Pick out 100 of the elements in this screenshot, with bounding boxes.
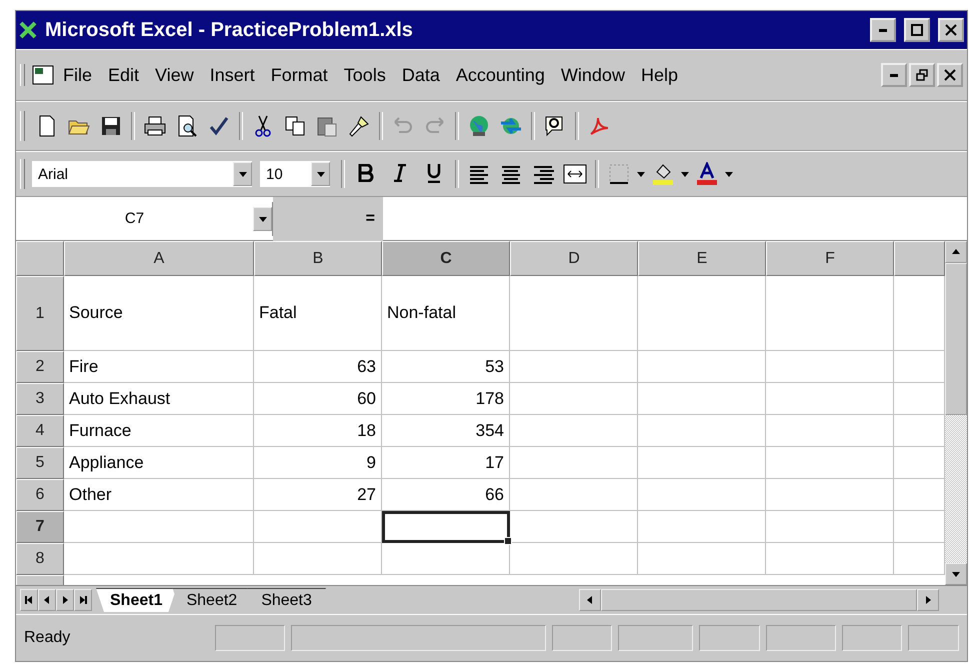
table-cell[interactable]: 60 bbox=[254, 383, 382, 415]
row-header[interactable]: 7 bbox=[16, 511, 64, 543]
table-cell[interactable] bbox=[64, 511, 254, 543]
table-cell[interactable] bbox=[766, 479, 894, 511]
table-cell[interactable] bbox=[254, 511, 382, 543]
table-cell[interactable] bbox=[638, 543, 766, 575]
menu-item[interactable]: Window bbox=[552, 62, 633, 88]
table-cell[interactable] bbox=[638, 479, 766, 511]
table-cell[interactable]: Appliance bbox=[64, 447, 254, 479]
italic-icon bbox=[392, 164, 408, 182]
table-cell[interactable]: 178 bbox=[382, 383, 510, 415]
first-sheet-button[interactable] bbox=[20, 589, 38, 611]
table-cell[interactable] bbox=[766, 447, 894, 479]
table-cell[interactable] bbox=[638, 276, 766, 351]
table-cell[interactable]: 9 bbox=[254, 447, 382, 479]
menu-item[interactable]: Edit bbox=[100, 62, 148, 88]
minimize-button[interactable] bbox=[881, 63, 907, 87]
table-cell[interactable] bbox=[382, 543, 510, 575]
table-cell[interactable]: Fire bbox=[64, 351, 254, 383]
table-cell[interactable] bbox=[638, 383, 766, 415]
first-sheet-icon bbox=[23, 594, 35, 606]
row-header[interactable]: 8 bbox=[16, 543, 64, 575]
table-cell[interactable] bbox=[510, 479, 638, 511]
table-cell[interactable]: Other bbox=[64, 479, 254, 511]
close-button[interactable] bbox=[938, 18, 964, 42]
row-header[interactable]: 1 bbox=[16, 276, 64, 351]
maximize-button[interactable] bbox=[904, 18, 930, 42]
table-cell[interactable] bbox=[638, 447, 766, 479]
status-panel bbox=[214, 625, 286, 651]
menu-item[interactable]: Format bbox=[262, 62, 336, 88]
table-cell[interactable]: 354 bbox=[382, 415, 510, 447]
column-header[interactable] bbox=[894, 241, 945, 276]
table-cell[interactable] bbox=[510, 447, 638, 479]
active-cell[interactable] bbox=[382, 511, 510, 543]
last-sheet-icon bbox=[77, 594, 89, 606]
table-cell[interactable] bbox=[510, 543, 638, 575]
name-box[interactable]: C7 bbox=[16, 202, 273, 236]
table-cell[interactable] bbox=[510, 351, 638, 383]
column-header[interactable]: E bbox=[638, 241, 766, 276]
table-cell[interactable] bbox=[64, 543, 254, 575]
align-icon bbox=[500, 164, 522, 184]
column-header[interactable]: F bbox=[766, 241, 894, 276]
menu-item[interactable]: View bbox=[147, 62, 202, 88]
column-header[interactable]: D bbox=[510, 241, 638, 276]
table-cell[interactable] bbox=[766, 383, 894, 415]
table-cell[interactable]: 63 bbox=[254, 351, 382, 383]
table-cell[interactable]: 66 bbox=[382, 479, 510, 511]
menu-item[interactable]: Data bbox=[394, 62, 448, 88]
menu-item[interactable]: Insert bbox=[202, 62, 263, 88]
table-cell[interactable] bbox=[766, 415, 894, 447]
column-header[interactable]: C bbox=[382, 241, 510, 276]
row-header[interactable]: 5 bbox=[16, 447, 64, 479]
table-cell[interactable]: Furnace bbox=[64, 415, 254, 447]
table-cell[interactable] bbox=[638, 511, 766, 543]
table-cell[interactable]: Auto Exhaust bbox=[64, 383, 254, 415]
menu-item[interactable]: Accounting bbox=[448, 62, 553, 88]
row-header[interactable]: 2 bbox=[16, 351, 64, 383]
sheet-tab[interactable]: Sheet1 bbox=[96, 588, 176, 612]
next-sheet-button[interactable] bbox=[56, 589, 74, 611]
status-text: Ready bbox=[24, 629, 72, 647]
row-header[interactable]: 3 bbox=[16, 383, 64, 415]
menu-item[interactable]: File bbox=[55, 62, 100, 88]
column-header[interactable]: B bbox=[254, 241, 382, 276]
table-cell[interactable]: Fatal bbox=[254, 276, 382, 351]
print-icon bbox=[143, 114, 167, 138]
close-button[interactable] bbox=[937, 63, 963, 87]
table-cell[interactable] bbox=[638, 351, 766, 383]
horizontal-scrollbar[interactable] bbox=[579, 589, 939, 611]
last-sheet-button[interactable] bbox=[74, 589, 92, 611]
row-header[interactable]: 4 bbox=[16, 415, 64, 447]
minimize-button[interactable] bbox=[870, 18, 896, 42]
font-field[interactable]: Arial bbox=[31, 160, 253, 188]
menu-item[interactable]: Help bbox=[632, 62, 686, 88]
font-size-field[interactable]: 10 bbox=[259, 160, 331, 188]
table-cell[interactable] bbox=[510, 383, 638, 415]
table-cell[interactable] bbox=[510, 415, 638, 447]
table-cell[interactable]: 17 bbox=[382, 447, 510, 479]
table-cell[interactable]: 27 bbox=[254, 479, 382, 511]
restore-button[interactable] bbox=[909, 63, 935, 87]
table-cell[interactable] bbox=[766, 543, 894, 575]
table-cell[interactable] bbox=[766, 276, 894, 351]
formula-equals-button[interactable]: = bbox=[273, 196, 383, 240]
table-cell[interactable] bbox=[510, 276, 638, 351]
table-cell[interactable] bbox=[638, 415, 766, 447]
table-cell[interactable] bbox=[510, 511, 638, 543]
column-header[interactable]: A bbox=[64, 241, 254, 276]
table-cell[interactable] bbox=[766, 351, 894, 383]
table-cell[interactable]: Non-fatal bbox=[382, 276, 510, 351]
table-cell[interactable] bbox=[766, 511, 894, 543]
menu-item[interactable]: Tools bbox=[336, 62, 394, 88]
copy-icon bbox=[283, 114, 307, 138]
table-cell[interactable] bbox=[254, 543, 382, 575]
table-cell[interactable]: Source bbox=[64, 276, 254, 351]
row-header[interactable]: 6 bbox=[16, 479, 64, 511]
table-cell[interactable]: 18 bbox=[254, 415, 382, 447]
vertical-scrollbar[interactable] bbox=[945, 241, 967, 585]
spelling-check-icon bbox=[207, 114, 231, 138]
select-all-button[interactable] bbox=[16, 241, 64, 276]
table-cell[interactable]: 53 bbox=[382, 351, 510, 383]
previous-sheet-button[interactable] bbox=[38, 589, 56, 611]
